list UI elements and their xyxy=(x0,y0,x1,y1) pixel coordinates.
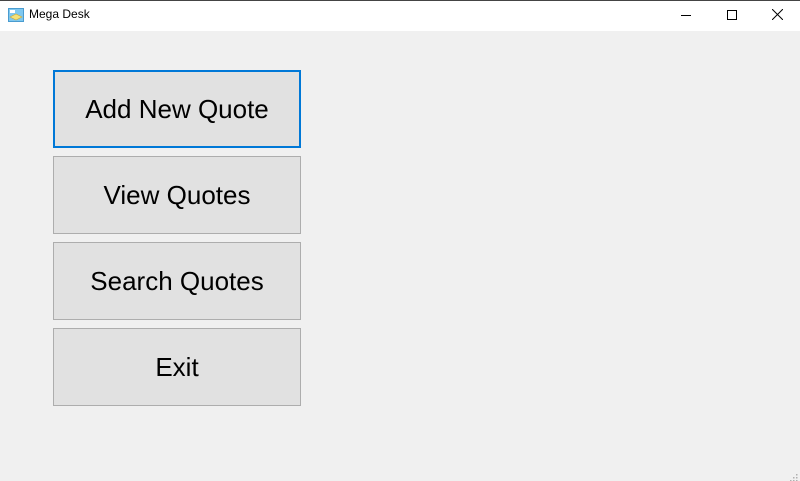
view-quotes-button[interactable]: View Quotes xyxy=(53,156,301,234)
minimize-button[interactable] xyxy=(663,1,709,31)
close-button[interactable] xyxy=(754,1,800,31)
maximize-icon xyxy=(727,7,737,25)
search-quotes-button[interactable]: Search Quotes xyxy=(53,242,301,320)
main-window: Mega Desk Add New Quote View Quotes Sear… xyxy=(0,0,800,481)
title-bar[interactable]: Mega Desk xyxy=(0,0,800,31)
maximize-button[interactable] xyxy=(709,1,755,31)
minimize-icon xyxy=(681,7,691,25)
resize-grip-icon[interactable] xyxy=(788,469,798,481)
client-area: Add New Quote View Quotes Search Quotes … xyxy=(0,31,800,481)
add-new-quote-button[interactable]: Add New Quote xyxy=(53,70,301,148)
window-title: Mega Desk xyxy=(29,7,90,21)
close-icon xyxy=(771,7,783,25)
exit-button[interactable]: Exit xyxy=(53,328,301,406)
app-icon xyxy=(8,8,24,22)
